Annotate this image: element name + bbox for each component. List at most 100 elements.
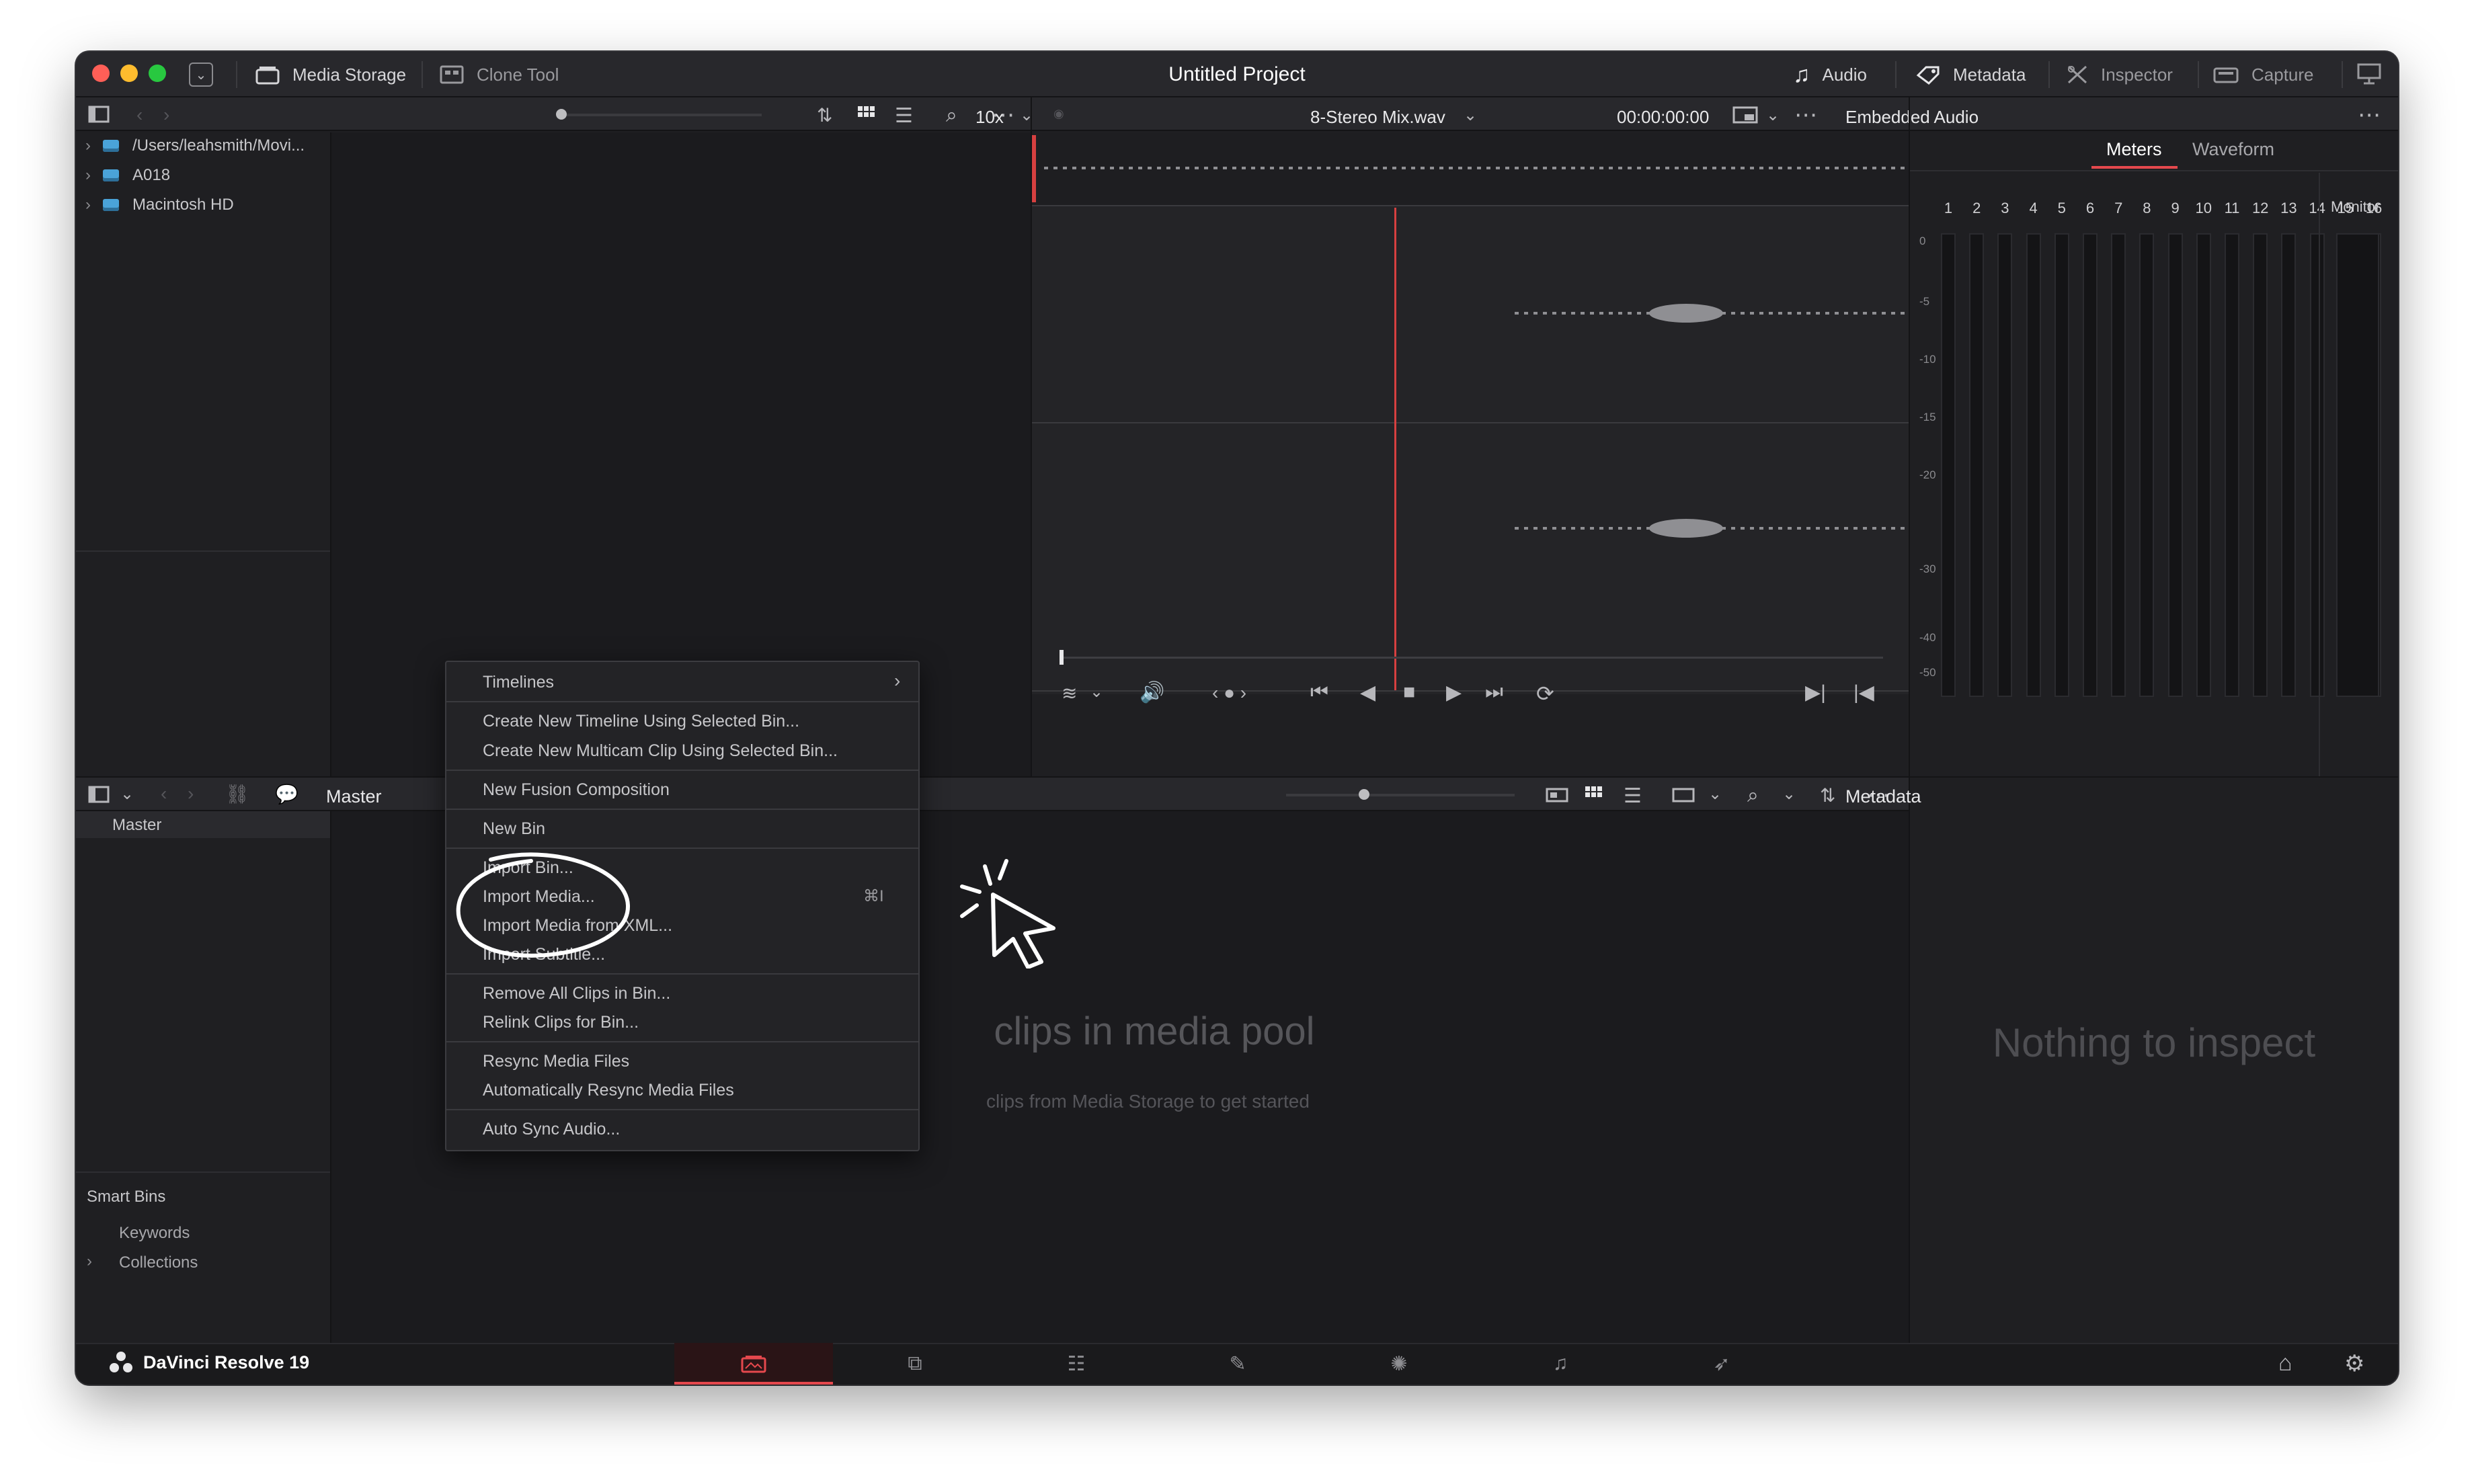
pool-grid-view-icon[interactable] <box>1585 786 1603 803</box>
zoom-window-button[interactable] <box>149 65 166 82</box>
tab-meters[interactable]: Meters <box>2106 139 2162 160</box>
clip-name-select[interactable]: 8-Stereo Mix.wav <box>1310 107 1445 128</box>
capture-panel-button[interactable]: Capture <box>2212 52 2314 97</box>
tab-waveform[interactable]: Waveform <box>2192 139 2274 160</box>
workspace-dropdown-icon[interactable]: ⌄ <box>189 63 213 87</box>
monitor-icon[interactable] <box>2356 63 2382 85</box>
waveform-dropdown-chevron-icon[interactable]: ⌄ <box>1090 682 1103 702</box>
comment-icon[interactable]: 💬 <box>275 783 298 805</box>
search-icon[interactable]: ⌕ <box>946 104 957 127</box>
menu-new-fusion[interactable]: New Fusion Composition <box>483 776 670 803</box>
toggle-sidebar-icon[interactable] <box>88 106 110 123</box>
clone-tool-button[interactable]: Clone Tool <box>439 52 559 97</box>
stop-icon[interactable]: ■ <box>1403 681 1415 704</box>
page-tab-media[interactable] <box>674 1343 833 1385</box>
loop-icon[interactable]: ⟳ <box>1536 681 1554 706</box>
chevron-right-icon[interactable]: › <box>85 196 103 214</box>
pool-nav-forward-icon[interactable]: › <box>188 783 194 805</box>
chevron-right-icon[interactable]: › <box>85 136 103 155</box>
metadata-view-icon[interactable] <box>1546 787 1568 803</box>
audio-panel-more-icon[interactable]: ⋯ <box>2358 101 2381 128</box>
divider <box>2048 61 2050 88</box>
divider <box>2198 61 2199 88</box>
scrub-bar[interactable] <box>1062 657 1883 659</box>
viewer-more-icon[interactable]: ⋯ <box>1794 101 1817 128</box>
drive-icon <box>103 199 119 211</box>
zoom-level-select[interactable]: 10x <box>975 107 1004 128</box>
menu-create-timeline[interactable]: Create New Timeline Using Selected Bin..… <box>483 708 799 735</box>
page-tab-fairlight[interactable]: ♫ <box>1481 1343 1640 1385</box>
overview-waveform[interactable] <box>1032 132 1909 206</box>
menu-create-multicam[interactable]: Create New Multicam Clip Using Selected … <box>483 737 838 764</box>
inspector-panel-button[interactable]: Inspector <box>2066 52 2173 97</box>
audio-label: Audio <box>1822 64 1868 85</box>
unlink-icon[interactable]: ⛓ <box>225 783 249 805</box>
nav-back-icon[interactable]: ‹ <box>136 104 143 126</box>
settings-gear-icon[interactable]: ⚙ <box>2344 1350 2364 1377</box>
audio-waveform-toggle-icon[interactable]: ≋ <box>1062 682 1077 704</box>
menu-resync-media[interactable]: Resync Media Files <box>483 1048 629 1075</box>
collections-chevron-icon[interactable]: › <box>87 1252 92 1271</box>
toggle-bin-list-icon[interactable] <box>88 786 110 803</box>
mark-in-icon[interactable]: ▶| <box>1805 681 1826 704</box>
pool-zoom-slider[interactable] <box>1286 794 1515 796</box>
pool-list-view-icon[interactable]: ☰ <box>1624 784 1642 808</box>
pool-zoom-handle[interactable] <box>1359 789 1369 800</box>
grid-view-icon[interactable] <box>857 106 876 123</box>
storage-item-users[interactable]: › /Users/leahsmith/Movi... <box>76 131 305 161</box>
metadata-panel-button[interactable]: Metadata <box>1915 52 2026 97</box>
playhead[interactable] <box>1394 208 1396 692</box>
menu-auto-sync-audio[interactable]: Auto Sync Audio... <box>483 1116 620 1143</box>
meter-channel-label: 7 <box>2114 200 2123 216</box>
play-icon[interactable]: ▶ <box>1446 681 1462 704</box>
media-storage-button[interactable]: Media Storage <box>255 52 406 97</box>
scrub-handle[interactable] <box>1060 650 1064 665</box>
viewer-layout-icon[interactable] <box>1672 787 1695 803</box>
minimize-window-button[interactable] <box>120 65 138 82</box>
page-tab-edit[interactable]: ☷ <box>997 1343 1156 1385</box>
viewer-mode-icon[interactable] <box>1732 106 1758 124</box>
capture-label: Capture <box>2251 64 2314 85</box>
menu-timelines[interactable]: Timelines <box>483 669 554 696</box>
menu-new-bin[interactable]: New Bin <box>483 815 545 842</box>
chevron-right-icon[interactable]: › <box>85 166 103 185</box>
viewer-mode-chevron-icon[interactable]: ⌄ <box>1766 106 1780 125</box>
nav-forward-icon[interactable]: › <box>163 104 169 126</box>
menu-auto-resync[interactable]: Automatically Resync Media Files <box>483 1077 734 1104</box>
page-tab-cut[interactable]: ⧉ <box>836 1343 994 1385</box>
mark-out-icon[interactable]: |◀ <box>1853 681 1874 704</box>
sort-icon[interactable]: ⇅ <box>817 104 832 126</box>
clip-dropdown-chevron-icon[interactable]: ⌄ <box>1464 106 1477 125</box>
page-tab-fusion[interactable]: ✎ <box>1158 1343 1317 1385</box>
pool-sort-icon[interactable]: ⇅ <box>1820 784 1835 807</box>
pool-search-icon[interactable]: ⌕ <box>1747 784 1759 807</box>
audio-panel-button[interactable]: ♫ Audio <box>1793 52 1867 97</box>
pool-nav-back-icon[interactable]: ‹ <box>161 783 167 805</box>
tag-icon <box>1915 65 1941 85</box>
thumbnail-zoom-slider[interactable] <box>560 114 762 116</box>
go-to-start-icon[interactable]: ⏮ <box>1310 681 1328 704</box>
smart-bin-keywords[interactable]: Keywords <box>119 1224 190 1243</box>
channel-meter <box>1941 233 1956 697</box>
storage-item-macintosh-hd[interactable]: › Macintosh HD <box>76 190 234 220</box>
storage-item-a018[interactable]: › A018 <box>76 161 170 190</box>
list-view-icon[interactable]: ☰ <box>895 104 913 128</box>
close-window-button[interactable] <box>92 65 110 82</box>
reverse-play-icon[interactable]: ◀ <box>1360 681 1375 704</box>
zoom-slider-handle[interactable] <box>556 109 567 120</box>
home-icon[interactable]: ⌂ <box>2278 1350 2292 1376</box>
speaker-icon[interactable]: 🔊 <box>1140 681 1164 704</box>
cursor-click-icon <box>953 854 1080 972</box>
page-tab-color[interactable]: ✺ <box>1320 1343 1478 1385</box>
menu-relink-clips[interactable]: Relink Clips for Bin... <box>483 1009 639 1036</box>
jog-control-icon[interactable]: ‹ ● › <box>1212 682 1246 704</box>
page-tab-deliver[interactable]: ➶ <box>1642 1343 1801 1385</box>
divider <box>76 1171 330 1173</box>
layout-chevron-icon[interactable]: ⌄ <box>1708 784 1722 804</box>
channel-meter <box>1997 233 2013 697</box>
bin-list-chevron-icon[interactable]: ⌄ <box>120 784 134 804</box>
search-chevron-icon[interactable]: ⌄ <box>1782 784 1796 804</box>
smart-bin-collections[interactable]: Collections <box>119 1253 198 1272</box>
go-to-end-icon[interactable]: ⏭ <box>1485 681 1503 704</box>
menu-remove-all-clips[interactable]: Remove All Clips in Bin... <box>483 980 670 1007</box>
